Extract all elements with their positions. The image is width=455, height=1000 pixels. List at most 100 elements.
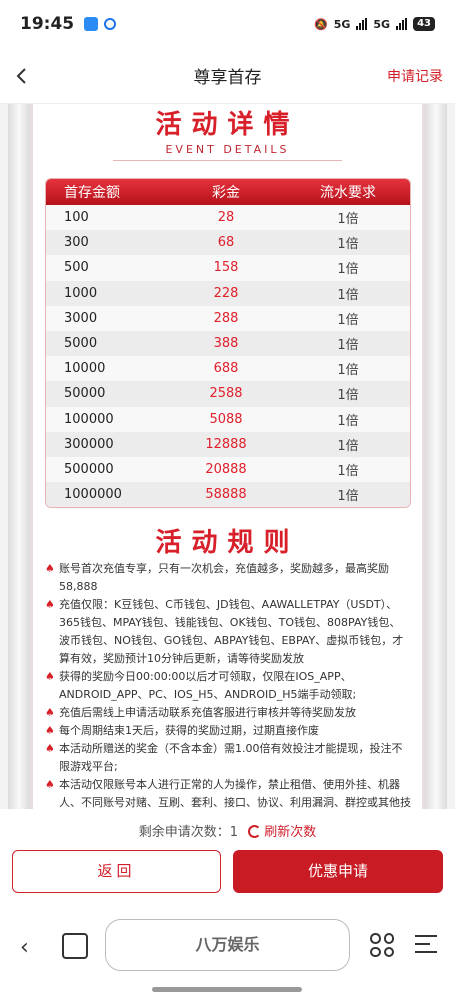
browser-toolbar: ‹ 八万娱乐 xyxy=(0,905,455,1000)
status-bar: 19:45 🔕 5G 5G 43 xyxy=(0,0,455,48)
deposit-cell: 500 xyxy=(64,260,89,276)
menu-icon[interactable] xyxy=(415,935,437,959)
turnover-cell: 1倍 xyxy=(337,312,359,328)
signal-label-2: 5G xyxy=(373,17,391,31)
bonus-cell: 20888 xyxy=(205,461,247,477)
content-area[interactable]: 活动详情 EVENT DETAILS 首存金额 彩金 流水要求 100 28 1倍 3… xyxy=(0,104,455,809)
apply-records-link[interactable]: 申请记录 xyxy=(387,66,443,86)
rule-item: ♠ 充值仅限：K豆钱包、C币钱包、JD钱包、AAWALLETPAY（USDT）、3… xyxy=(45,596,411,668)
event-subtitle: EVENT DETAILS xyxy=(165,143,290,156)
table-row: 10000 688 1倍 xyxy=(46,356,410,382)
table-row: 100 28 1倍 xyxy=(46,205,410,231)
address-bar[interactable]: 八万娱乐 xyxy=(105,919,350,971)
link-app-icon xyxy=(104,18,117,30)
spade-bullet-icon: ♠ xyxy=(45,670,55,683)
spade-bullet-icon: ♠ xyxy=(45,706,55,719)
bonus-table: 首存金额 彩金 流水要求 100 28 1倍 300 68 1倍 500 158 1倍 1000 2… xyxy=(45,178,411,509)
rule-item: ♠ 账号首次充值专享，只有一次机会，充值越多，奖励越多，最高奖励58,888 xyxy=(45,560,411,596)
event-card: 活动详情 EVENT DETAILS 首存金额 彩金 流水要求 100 28 1倍 3… xyxy=(30,104,425,809)
deposit-cell: 300000 xyxy=(64,436,114,452)
action-footer: 剩余申请次数：1 刷新次数 返回 优惠申请 xyxy=(0,809,455,905)
table-body: 100 28 1倍 300 68 1倍 500 158 1倍 1000 228 1倍 3000 288 1倍… xyxy=(46,205,410,508)
bonus-cell: 688 xyxy=(213,361,239,377)
table-row: 100000 5088 1倍 xyxy=(46,406,410,432)
spade-bullet-icon: ♠ xyxy=(45,598,55,611)
turnover-cell: 1倍 xyxy=(337,287,359,303)
deposit-cell: 3000 xyxy=(64,310,98,326)
bonus-cell: 228 xyxy=(213,285,239,301)
tabs-icon[interactable] xyxy=(62,933,88,959)
turnover-cell: 1倍 xyxy=(337,338,359,354)
rule-item: ♠ 充值后需线上申请活动联系充值客服进行审核并等待奖励发放 xyxy=(45,704,411,722)
refresh-count-button[interactable]: 刷新次数 xyxy=(248,825,316,840)
rule-item: ♠ 本活动所赠送的奖金（不含本金）需1.00倍有效投注才能提现，投注不限游戏平台; xyxy=(45,740,411,776)
turnover-cell: 1倍 xyxy=(337,237,359,253)
turnover-cell: 1倍 xyxy=(337,363,359,379)
status-time: 19:45 xyxy=(20,14,75,34)
bonus-cell: 288 xyxy=(213,310,239,326)
rule-text: 每个周期结束1天后，获得的奖励过期，过期直接作废 xyxy=(59,724,319,737)
table-row: 500000 20888 1倍 xyxy=(46,456,410,483)
bonus-cell: 58888 xyxy=(205,487,247,503)
col-deposit-header: 首存金额 xyxy=(64,185,120,201)
turnover-cell: 1倍 xyxy=(337,413,359,429)
rule-item: ♠ 本活动仅限账号本人进行正常的人为操作，禁止租借、使用外挂、机器人、不同账号对赌… xyxy=(45,776,411,809)
event-title: 活动详情 xyxy=(155,110,300,140)
rule-text: 本活动仅限账号本人进行正常的人为操作，禁止租借、使用外挂、机器人、不同账号对赌、… xyxy=(59,778,411,809)
rule-item: ♠ 获得的奖励今日00:00:00以后才可领取，仅限在IOS_APP、ANDROI… xyxy=(45,668,411,704)
subtitle-divider xyxy=(113,160,342,161)
deposit-cell: 50000 xyxy=(64,386,106,402)
bonus-cell: 68 xyxy=(217,235,235,251)
rule-text: 充值仅限：K豆钱包、C币钱包、JD钱包、AAWALLETPAY（USDT）、36… xyxy=(59,598,404,665)
deposit-cell: 300 xyxy=(64,235,89,251)
table-row: 50000 2588 1倍 xyxy=(46,381,410,407)
rule-text: 账号首次充值专享，只有一次机会，充值越多，奖励越多，最高奖励58,888 xyxy=(59,562,389,593)
telegram-icon xyxy=(84,17,99,31)
signal-label-1: 5G xyxy=(333,17,351,31)
remain-count: 1 xyxy=(229,825,239,840)
mute-icon: 🔕 xyxy=(314,17,328,31)
decor-stripe-left xyxy=(8,104,30,809)
rule-text: 充值后需线上申请活动联系充值客服进行审核并等待奖励发放 xyxy=(59,706,356,719)
turnover-cell: 1倍 xyxy=(337,438,359,454)
apps-grid-icon[interactable] xyxy=(370,933,394,957)
remain-label: 剩余申请次数： xyxy=(138,825,230,840)
deposit-cell: 5000 xyxy=(64,336,98,352)
deposit-cell: 500000 xyxy=(64,461,114,477)
turnover-cell: 1倍 xyxy=(337,212,359,228)
rule-item: ♠ 每个周期结束1天后，获得的奖励过期，过期直接作废 xyxy=(45,722,411,740)
home-indicator xyxy=(152,987,302,992)
bonus-cell: 28 xyxy=(217,210,235,226)
bonus-cell: 158 xyxy=(213,260,239,276)
bonus-cell: 5088 xyxy=(209,411,243,427)
back-arrow-icon[interactable] xyxy=(12,66,32,86)
spade-bullet-icon: ♠ xyxy=(45,778,55,791)
col-bonus-header: 彩金 xyxy=(212,185,240,201)
table-row: 5000 388 1倍 xyxy=(46,330,410,357)
spade-bullet-icon: ♠ xyxy=(45,562,55,575)
turnover-cell: 1倍 xyxy=(337,388,359,404)
remaining-count: 剩余申请次数：1 刷新次数 xyxy=(0,821,455,840)
signal-bars-icon xyxy=(356,18,368,30)
table-row: 300 68 1倍 xyxy=(46,230,410,256)
table-row: 1000000 58888 1倍 xyxy=(46,482,410,508)
rule-text: 获得的奖励今日00:00:00以后才可领取，仅限在IOS_APP、ANDROID… xyxy=(59,670,357,701)
rule-text: 本活动所赠送的奖金（不含本金）需1.00倍有效投注才能提现，投注不限游戏平台; xyxy=(59,742,403,773)
back-button[interactable]: 返回 xyxy=(12,850,221,893)
bonus-cell: 12888 xyxy=(205,436,247,452)
turnover-cell: 1倍 xyxy=(337,489,359,505)
page-header: 尊享首存 申请记录 xyxy=(0,48,455,104)
rules-title: 活动规则 xyxy=(155,528,300,558)
table-row: 3000 288 1倍 xyxy=(46,305,410,331)
turnover-cell: 1倍 xyxy=(337,262,359,278)
browser-back-icon[interactable]: ‹ xyxy=(20,935,29,960)
table-row: 500 158 1倍 xyxy=(46,255,410,281)
deposit-cell: 100000 xyxy=(64,411,114,427)
rules-list: ♠ 账号首次充值专享，只有一次机会，充值越多，奖励越多，最高奖励58,888 ♠ 充值… xyxy=(45,560,411,809)
col-turnover-header: 流水要求 xyxy=(320,185,376,201)
apply-button[interactable]: 优惠申请 xyxy=(233,850,443,893)
battery-icon: 43 xyxy=(413,17,435,31)
bonus-cell: 2588 xyxy=(209,386,243,402)
table-row: 1000 228 1倍 xyxy=(46,280,410,306)
deposit-cell: 1000000 xyxy=(64,487,122,503)
